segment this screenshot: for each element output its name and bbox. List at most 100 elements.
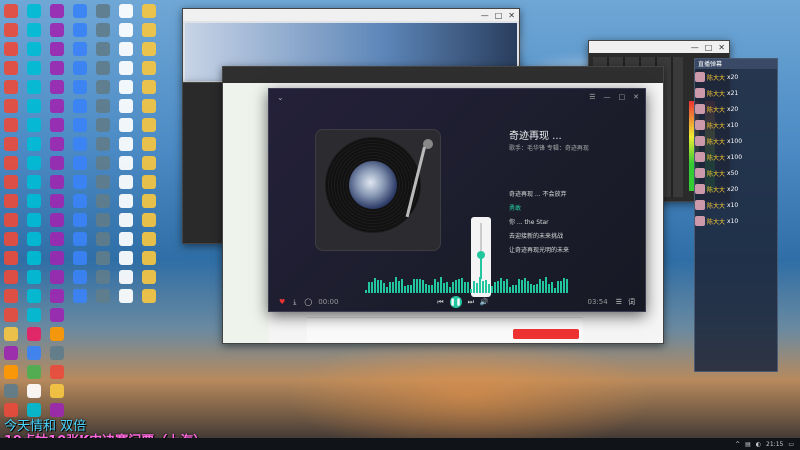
desktop-shortcut-icon[interactable]	[4, 232, 18, 246]
desktop-shortcut-icon[interactable]	[27, 327, 41, 341]
desktop-shortcut-icon[interactable]	[142, 99, 156, 113]
desktop-shortcut-icon[interactable]	[96, 251, 110, 265]
desktop-shortcut-icon[interactable]	[73, 99, 87, 113]
desktop-shortcut-icon[interactable]	[27, 42, 41, 56]
desktop-shortcut-icon[interactable]	[142, 194, 156, 208]
send-button[interactable]	[513, 329, 579, 339]
desktop-shortcut-icon[interactable]	[27, 251, 41, 265]
close-icon[interactable]: ✕	[633, 93, 639, 101]
desktop-shortcut-icon[interactable]	[96, 175, 110, 189]
desktop-shortcut-icon[interactable]	[50, 251, 64, 265]
desktop-shortcut-icon[interactable]	[119, 289, 133, 303]
desktop-shortcut-icon[interactable]	[73, 194, 87, 208]
desktop-shortcut-icon[interactable]	[119, 251, 133, 265]
desktop-shortcut-icon[interactable]	[73, 289, 87, 303]
desktop-shortcut-icon[interactable]	[27, 61, 41, 75]
desktop-shortcut-icon[interactable]	[50, 118, 64, 132]
desktop-shortcut-icon[interactable]	[119, 156, 133, 170]
desktop-shortcut-icon[interactable]	[50, 308, 64, 322]
desktop-shortcut-icon[interactable]	[96, 42, 110, 56]
danmaku-username[interactable]: 陈大大	[707, 153, 725, 162]
desktop-shortcut-icon[interactable]	[27, 118, 41, 132]
desktop-shortcut-icon[interactable]	[119, 4, 133, 18]
desktop-shortcut-icon[interactable]	[96, 4, 110, 18]
desktop-shortcut-icon[interactable]	[27, 308, 41, 322]
danmaku-username[interactable]: 陈大大	[707, 89, 725, 98]
play-icon[interactable]: ❚❚	[449, 296, 462, 308]
desktop-shortcut-icon[interactable]	[142, 251, 156, 265]
desktop-shortcut-icon[interactable]	[142, 4, 156, 18]
desktop-shortcut-icon[interactable]	[96, 80, 110, 94]
desktop-shortcut-icon[interactable]	[96, 23, 110, 37]
desktop-shortcut-icon[interactable]	[50, 232, 64, 246]
clock[interactable]: 21:15	[766, 441, 783, 448]
danmaku-panel[interactable]: 直播弹幕 陈大大 x20 陈大大 x21 陈大大 x20 陈大大 x10 陈大大 x100 陈大大 x…	[694, 58, 778, 372]
desktop-shortcut-icon[interactable]	[96, 61, 110, 75]
desktop-shortcut-icon[interactable]	[119, 270, 133, 284]
desktop-shortcut-icon[interactable]	[4, 251, 18, 265]
desktop-shortcut-icon[interactable]	[73, 42, 87, 56]
desktop-shortcut-icon[interactable]	[119, 42, 133, 56]
desktop-shortcut-icon[interactable]	[4, 384, 18, 398]
desktop-shortcut-icon[interactable]	[4, 270, 18, 284]
desktop-shortcut-icon[interactable]	[73, 80, 87, 94]
desktop-shortcut-icon[interactable]	[4, 156, 18, 170]
desktop-shortcut-icon[interactable]	[27, 346, 41, 360]
desktop-shortcut-icon[interactable]	[119, 137, 133, 151]
desktop-shortcut-icon[interactable]	[27, 194, 41, 208]
desktop-shortcut-icon[interactable]	[50, 80, 64, 94]
desktop-shortcut-icon[interactable]	[142, 61, 156, 75]
desktop-shortcut-icon[interactable]	[4, 346, 18, 360]
maximize-icon[interactable]: □	[619, 93, 626, 101]
download-icon[interactable]: ⤓	[293, 298, 296, 307]
desktop-shortcut-icon[interactable]	[119, 23, 133, 37]
desktop-shortcut-icon[interactable]	[142, 156, 156, 170]
desktop-shortcut-icon[interactable]	[73, 137, 87, 151]
member-list[interactable]	[223, 83, 269, 343]
desktop-shortcut-icon[interactable]	[4, 137, 18, 151]
desktop-shortcut-icon[interactable]	[50, 175, 64, 189]
desktop-shortcut-icon[interactable]	[73, 270, 87, 284]
desktop-shortcut-icon[interactable]	[4, 213, 18, 227]
desktop-shortcut-icon[interactable]	[4, 194, 18, 208]
desktop-shortcut-icon[interactable]	[73, 156, 87, 170]
desktop-shortcut-icon[interactable]	[50, 327, 64, 341]
desktop-shortcut-icon[interactable]	[142, 118, 156, 132]
desktop-shortcut-icon[interactable]	[96, 213, 110, 227]
desktop-shortcut-icon[interactable]	[96, 99, 110, 113]
desktop-shortcut-icon[interactable]	[50, 42, 64, 56]
desktop-shortcut-icon[interactable]	[142, 23, 156, 37]
desktop-shortcut-icon[interactable]	[50, 365, 64, 379]
volume-icon[interactable]: 🔊	[480, 298, 489, 306]
desktop-shortcut-icon[interactable]	[27, 270, 41, 284]
desktop-shortcut-icon[interactable]	[119, 99, 133, 113]
next-icon[interactable]: ⏭	[468, 298, 474, 307]
desktop-shortcut-icon[interactable]	[27, 4, 41, 18]
desktop-shortcut-icon[interactable]	[119, 232, 133, 246]
close-icon[interactable]: ✕	[718, 43, 725, 52]
desktop-shortcut-icon[interactable]	[50, 289, 64, 303]
desktop-shortcut-icon[interactable]	[50, 137, 64, 151]
prev-icon[interactable]: ⏮	[437, 298, 443, 307]
danmaku-username[interactable]: 陈大大	[707, 169, 725, 178]
desktop-shortcut-icon[interactable]	[27, 23, 41, 37]
chevron-up-icon[interactable]: ^	[735, 441, 740, 448]
desktop-shortcut-icon[interactable]	[96, 118, 110, 132]
desktop-shortcut-icon[interactable]	[27, 232, 41, 246]
desktop-shortcut-icon[interactable]	[96, 137, 110, 151]
maximize-icon[interactable]: □	[705, 43, 713, 52]
danmaku-username[interactable]: 陈大大	[707, 201, 725, 210]
desktop-shortcut-icon[interactable]	[27, 80, 41, 94]
desktop-shortcut-icon[interactable]	[73, 232, 87, 246]
desktop-shortcut-icon[interactable]	[73, 213, 87, 227]
maximize-icon[interactable]: □	[495, 11, 503, 20]
desktop-shortcut-icon[interactable]	[142, 80, 156, 94]
desktop-shortcut-icon[interactable]	[119, 80, 133, 94]
desktop-shortcut-icon[interactable]	[142, 175, 156, 189]
danmaku-username[interactable]: 陈大大	[707, 73, 725, 82]
danmaku-username[interactable]: 陈大大	[707, 185, 725, 194]
desktop-shortcut-icon[interactable]	[27, 99, 41, 113]
desktop-shortcut-icon[interactable]	[119, 194, 133, 208]
desktop-shortcut-icon[interactable]	[96, 232, 110, 246]
desktop-shortcut-icon[interactable]	[73, 23, 87, 37]
